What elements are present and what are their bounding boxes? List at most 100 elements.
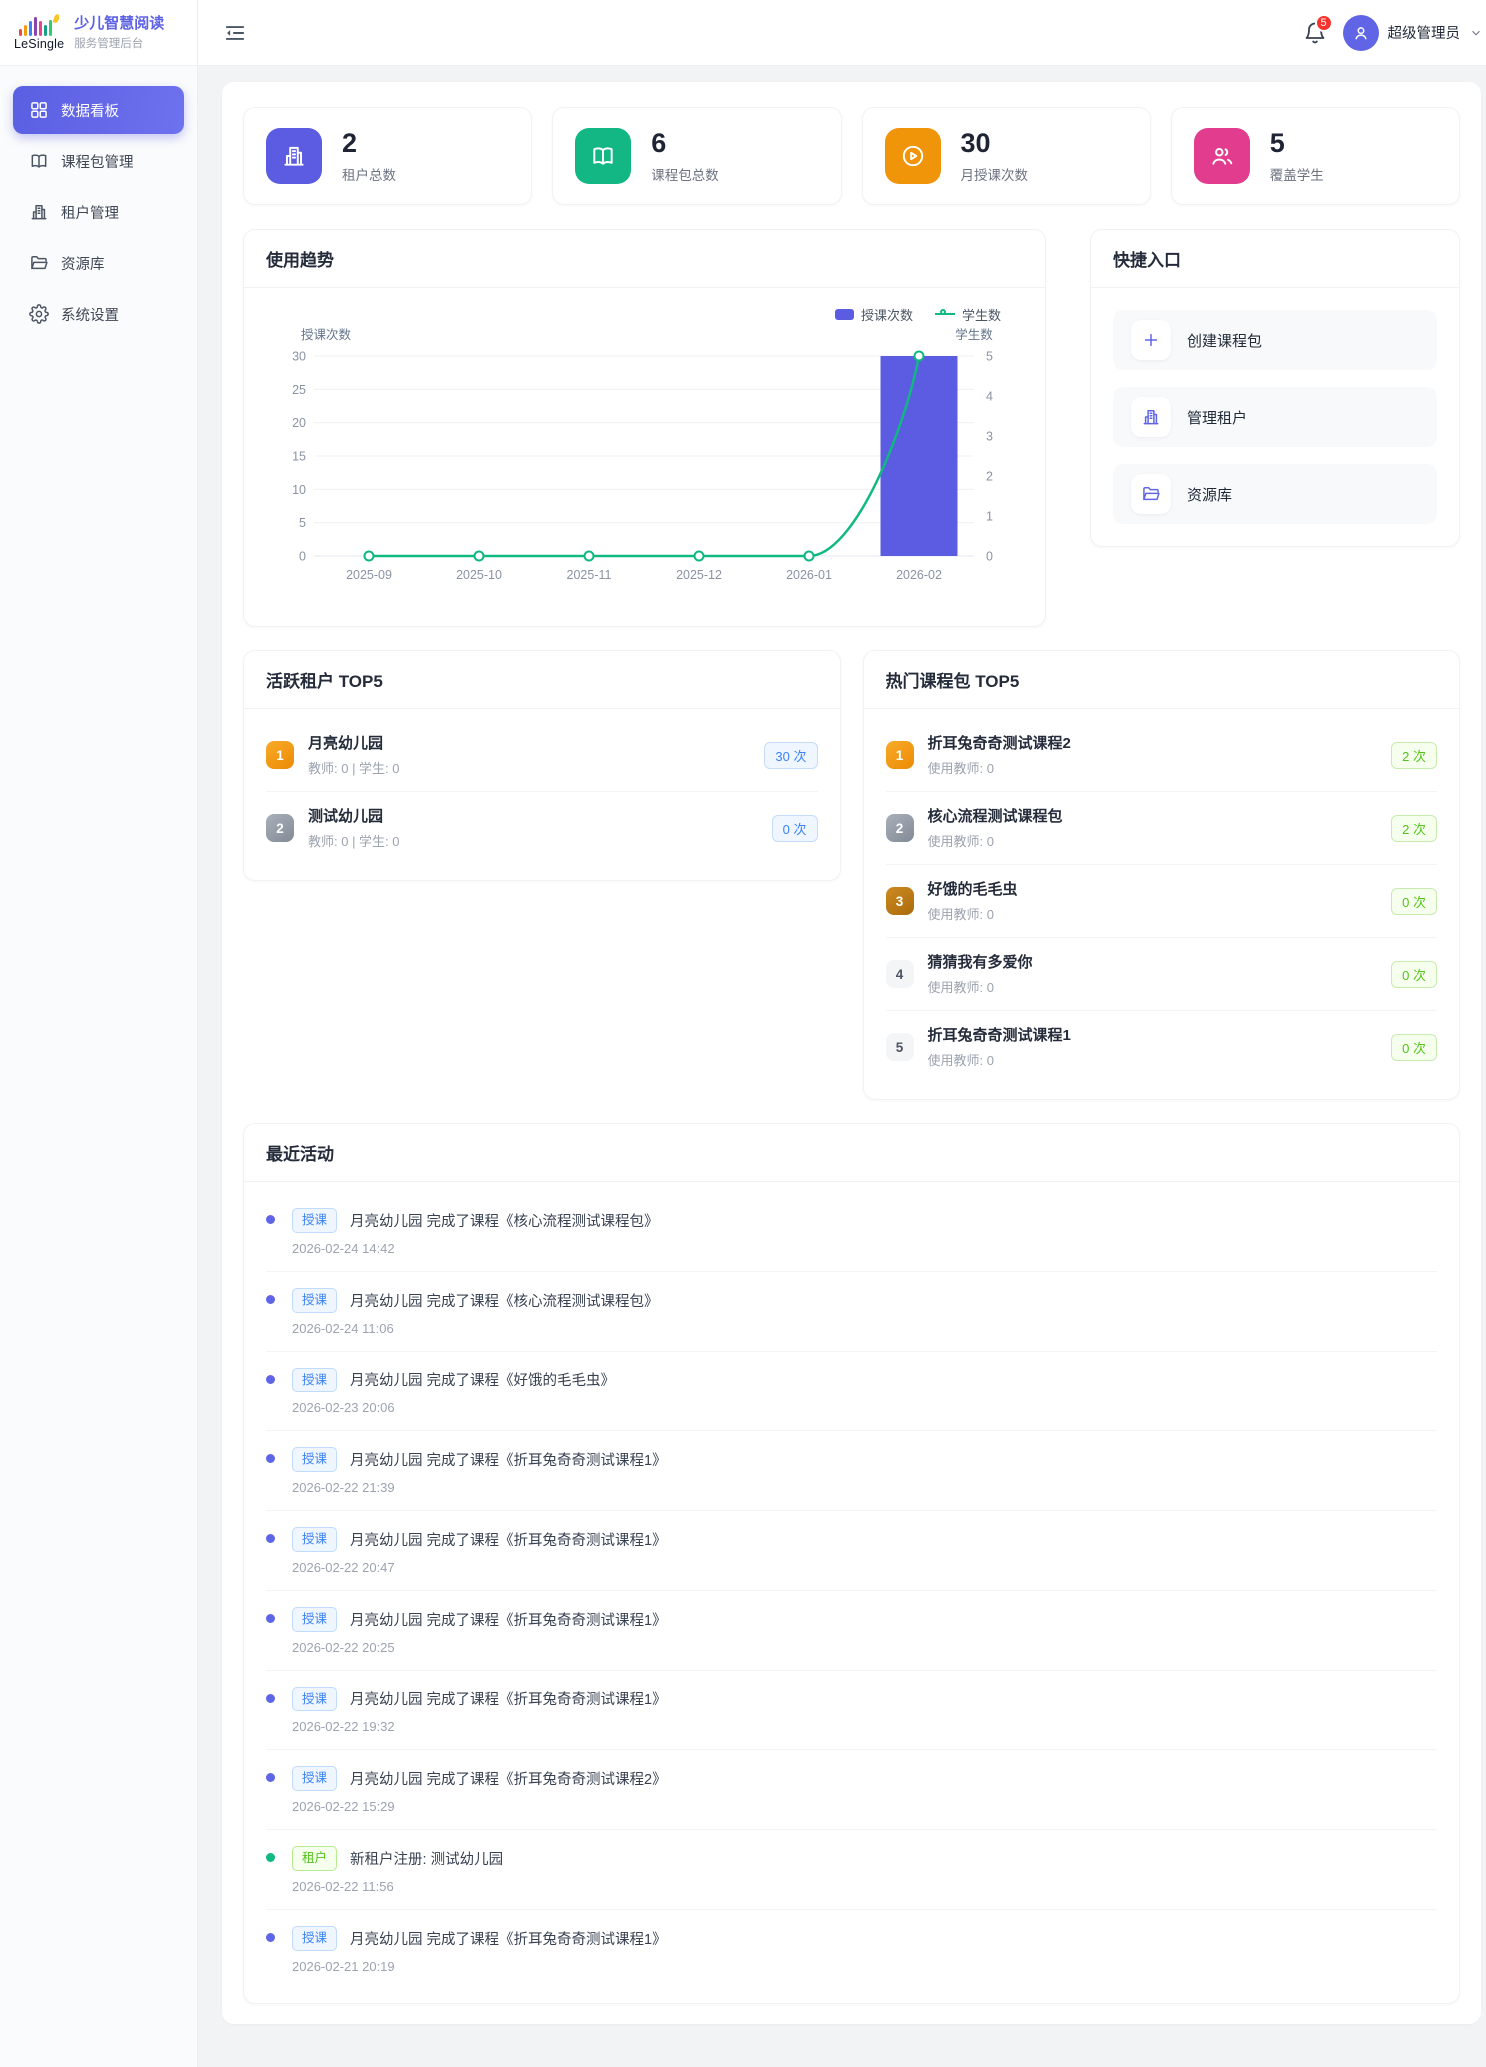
top-packages-panel: 热门课程包 TOP5 1 折耳兔奇奇测试课程2 使用教师: 0 [863, 650, 1461, 1100]
activity-time: 2026-02-22 15:29 [292, 1799, 1437, 1814]
svg-text:2026-01: 2026-01 [786, 568, 832, 582]
stat-card: 2 租户总数 [243, 107, 532, 205]
sidebar-item[interactable]: 租户管理 [13, 188, 184, 236]
activity-text: 月亮幼儿园 完成了课程《折耳兔奇奇测试课程1》 [350, 1609, 667, 1630]
svg-text:15: 15 [292, 450, 306, 464]
svg-text:学生数: 学生数 [955, 327, 993, 342]
legend-item[interactable]: 授课次数 [835, 305, 913, 324]
building-icon [266, 128, 322, 184]
activity-row: 授课 月亮幼儿园 完成了课程《核心流程测试课程包》 2026-02-24 14:… [266, 1192, 1437, 1272]
count-pill: 0 次 [1391, 961, 1437, 988]
activity-tag: 授课 [292, 1288, 337, 1313]
tenant-name: 月亮幼儿园 [308, 733, 750, 754]
sidebar-item[interactable]: 系统设置 [13, 290, 184, 338]
activity-text: 月亮幼儿园 完成了课程《折耳兔奇奇测试课程1》 [350, 1928, 667, 1949]
svg-text:0: 0 [299, 550, 306, 564]
user-icon [1351, 23, 1371, 43]
activity-row: 授课 月亮幼儿园 完成了课程《折耳兔奇奇测试课程1》 2026-02-22 21… [266, 1431, 1437, 1511]
count-pill: 2 次 [1391, 815, 1437, 842]
svg-text:2025-12: 2025-12 [676, 568, 722, 582]
activity-text: 月亮幼儿园 完成了课程《核心流程测试课程包》 [350, 1210, 659, 1231]
book-icon [575, 128, 631, 184]
logo: LeSingle 少儿智慧阅读 服务管理后台 [0, 0, 197, 66]
activity-tag: 授课 [292, 1527, 337, 1552]
rank-badge: 2 [266, 814, 294, 842]
dashboard-board: 2 租户总数 6 课程包总数 [222, 82, 1481, 2024]
rank-badge: 1 [266, 741, 294, 769]
activity-row: 授课 月亮幼儿园 完成了课程《折耳兔奇奇测试课程1》 2026-02-22 19… [266, 1671, 1437, 1751]
activity-tag: 授课 [292, 1368, 337, 1393]
package-meta: 使用教师: 0 [928, 831, 1378, 850]
sidebar-menu: 数据看板 课程包管理 租户管理 资源库 [0, 66, 197, 338]
sidebar-item[interactable]: 资源库 [13, 239, 184, 287]
activity-text: 月亮幼儿园 完成了课程《折耳兔奇奇测试课程1》 [350, 1688, 667, 1709]
sidebar-item[interactable]: 数据看板 [13, 86, 184, 134]
folder-icon [1131, 474, 1171, 514]
package-name: 猜猜我有多爱你 [928, 952, 1378, 973]
svg-text:3: 3 [986, 430, 993, 444]
users-icon [1194, 128, 1250, 184]
folder-icon [29, 253, 49, 273]
stat-label: 课程包总数 [651, 164, 719, 184]
svg-text:25: 25 [292, 383, 306, 397]
activity-text: 月亮幼儿园 完成了课程《好饿的毛毛虫》 [350, 1369, 615, 1390]
activity-row: 授课 月亮幼儿园 完成了课程《折耳兔奇奇测试课程1》 2026-02-22 20… [266, 1511, 1437, 1591]
user-menu[interactable]: 超级管理员 [1343, 15, 1484, 51]
stat-value: 30 [961, 128, 1029, 159]
svg-text:2: 2 [986, 470, 993, 484]
rank-badge: 3 [886, 887, 914, 915]
quick-entry-label: 管理租户 [1187, 407, 1247, 428]
legend-line-swatch-icon [935, 309, 955, 319]
quick-entry-button[interactable]: 管理租户 [1113, 387, 1437, 447]
logo-comma-icon [53, 13, 61, 23]
collapse-sidebar-icon[interactable] [222, 20, 248, 46]
activity-dot [266, 1933, 275, 1942]
sidebar-item-label: 课程包管理 [61, 151, 134, 172]
svg-text:授课次数: 授课次数 [301, 327, 352, 342]
quick-entry-button[interactable]: 资源库 [1113, 464, 1437, 524]
package-name: 折耳兔奇奇测试课程1 [928, 1025, 1378, 1046]
stat-card: 30 月授课次数 [862, 107, 1151, 205]
stat-card: 5 覆盖学生 [1171, 107, 1460, 205]
activity-tag: 租户 [292, 1846, 337, 1871]
brand-title: 少儿智慧阅读 [74, 14, 164, 34]
activity-dot [266, 1694, 275, 1703]
activity-row: 授课 月亮幼儿园 完成了课程《好饿的毛毛虫》 2026-02-23 20:06 [266, 1352, 1437, 1432]
legend-item[interactable]: 学生数 [935, 305, 1001, 324]
app: LeSingle 少儿智慧阅读 服务管理后台 数据看板 课程包管理 [0, 0, 1486, 2067]
package-meta: 使用教师: 0 [928, 977, 1378, 996]
user-name: 超级管理员 [1388, 22, 1461, 43]
activity-time: 2026-02-22 20:47 [292, 1560, 1437, 1575]
usage-trend-svg: 051015202530012345授课次数学生数2025-092025-102… [266, 324, 1023, 596]
svg-text:2025-09: 2025-09 [346, 568, 392, 582]
notification-bell[interactable]: 5 [1303, 21, 1327, 45]
legend-label: 授课次数 [861, 305, 913, 324]
usage-trend-chart: 051015202530012345授课次数学生数2025-092025-102… [266, 324, 1023, 596]
svg-text:1: 1 [986, 510, 993, 524]
quick-entry-label: 资源库 [1187, 484, 1232, 505]
play-circle-icon [885, 128, 941, 184]
panel-title: 热门课程包 TOP5 [886, 672, 1020, 691]
stat-cards: 2 租户总数 6 课程包总数 [243, 107, 1460, 205]
main-area: 5 超级管理员 2 [198, 0, 1486, 2067]
activity-time: 2026-02-22 20:25 [292, 1640, 1437, 1655]
stat-label: 月授课次数 [961, 164, 1029, 184]
activity-time: 2026-02-23 20:06 [292, 1400, 1437, 1415]
tenant-name: 测试幼儿园 [308, 806, 758, 827]
svg-text:2026-02: 2026-02 [896, 568, 942, 582]
package-row: 3 好饿的毛毛虫 使用教师: 0 0 次 [886, 865, 1438, 938]
recent-activity-panel: 最近活动 授课 月亮幼儿园 完成了课程《核心流程测试课程包》 [243, 1123, 1460, 2004]
content: 2 租户总数 6 课程包总数 [198, 66, 1486, 2067]
quick-entry-button[interactable]: 创建课程包 [1113, 310, 1437, 370]
package-row: 4 猜猜我有多爱你 使用教师: 0 0 次 [886, 938, 1438, 1011]
sidebar-item[interactable]: 课程包管理 [13, 137, 184, 185]
activity-time: 2026-02-21 20:19 [292, 1959, 1437, 1974]
brand-subtitle: 服务管理后台 [74, 35, 164, 51]
svg-text:5: 5 [986, 350, 993, 364]
plus-icon [1131, 320, 1171, 360]
activity-dot [266, 1215, 275, 1224]
activity-time: 2026-02-24 11:06 [292, 1321, 1437, 1336]
svg-text:10: 10 [292, 483, 306, 497]
package-name: 核心流程测试课程包 [928, 806, 1378, 827]
chevron-down-icon [1469, 26, 1483, 40]
